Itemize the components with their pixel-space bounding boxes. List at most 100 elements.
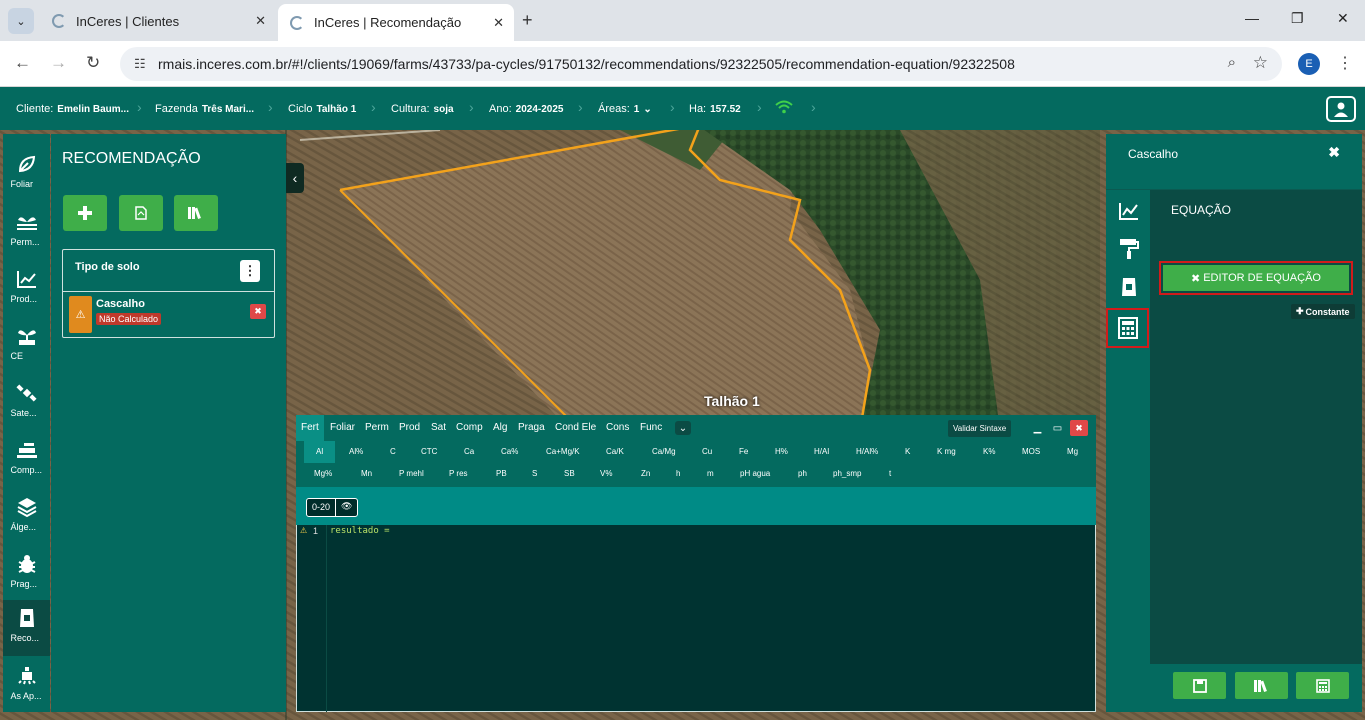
restore-window-icon[interactable]: ❐: [1291, 10, 1304, 27]
calculate-button[interactable]: [1296, 672, 1349, 699]
tab-cond-ele[interactable]: Cond Ele: [555, 422, 596, 433]
variable-button[interactable]: Ca: [464, 447, 474, 456]
collapse-panel-button[interactable]: ‹: [286, 163, 304, 193]
site-info-icon[interactable]: ☷: [134, 56, 146, 72]
breadcrumb-fazenda[interactable]: Fazenda Três Mari...: [155, 103, 254, 115]
add-button[interactable]: [63, 195, 107, 231]
tab-praga[interactable]: Praga: [518, 422, 545, 433]
breadcrumb-ciclo[interactable]: Ciclo Talhão 1: [288, 103, 356, 115]
variable-button[interactable]: h: [676, 469, 680, 478]
tab-alg[interactable]: Alg: [493, 422, 507, 433]
new-tab-icon[interactable]: +: [522, 10, 533, 31]
variable-button[interactable]: P res: [449, 469, 468, 478]
variable-button[interactable]: CTC: [421, 447, 437, 456]
paint-roller-button[interactable]: [1112, 232, 1146, 266]
variable-button[interactable]: Al: [304, 441, 336, 463]
close-window-icon[interactable]: ✕: [1337, 10, 1349, 27]
variable-button[interactable]: ph_smp: [833, 469, 861, 478]
validate-syntax-button[interactable]: Validar Sintaxe: [948, 420, 1012, 437]
variable-button[interactable]: t: [889, 469, 891, 478]
browser-menu-icon[interactable]: ⋮: [1337, 53, 1353, 73]
library-button[interactable]: [1235, 672, 1288, 699]
bookmark-star-icon[interactable]: ☆: [1253, 53, 1268, 73]
add-constant-button[interactable]: ✚ Constante: [1291, 304, 1355, 319]
tab-prod[interactable]: Prod: [399, 422, 420, 433]
close-tab-icon[interactable]: ✕: [493, 15, 504, 31]
tab-search-button[interactable]: ⌄: [8, 8, 34, 34]
variable-button[interactable]: MOS: [1022, 447, 1040, 456]
close-panel-icon[interactable]: ✖: [1328, 144, 1340, 161]
variable-button[interactable]: ph: [798, 469, 807, 478]
nav-item-prod[interactable]: Prod...: [3, 261, 50, 317]
minimize-window-icon[interactable]: —: [1245, 10, 1259, 26]
bag-button[interactable]: [1112, 270, 1146, 304]
variable-button[interactable]: Al%: [349, 447, 363, 456]
soil-type-menu-button[interactable]: ⋮: [240, 260, 260, 282]
variable-button[interactable]: K: [905, 447, 910, 456]
variable-button[interactable]: m: [707, 469, 714, 478]
browser-tab-recomendacao[interactable]: InCeres | Recomendação ✕: [278, 4, 514, 41]
variable-button[interactable]: Mn: [361, 469, 372, 478]
variable-button[interactable]: Zn: [641, 469, 650, 478]
user-menu-button[interactable]: [1326, 96, 1356, 122]
minimize-editor-icon[interactable]: ▁: [1030, 421, 1045, 435]
close-editor-button[interactable]: ✖: [1070, 420, 1088, 436]
nav-item-prag[interactable]: Prag...: [3, 546, 50, 602]
code-editor[interactable]: ⚠ 1 resultado =: [296, 525, 1096, 712]
maximize-editor-icon[interactable]: ▭: [1050, 421, 1065, 435]
variable-button[interactable]: pH agua: [740, 469, 770, 478]
variable-button[interactable]: Ca%: [501, 447, 518, 456]
tab-sat[interactable]: Sat: [431, 422, 446, 433]
breadcrumb-cultura[interactable]: Cultura: soja: [391, 103, 454, 115]
eye-icon[interactable]: 👁: [335, 499, 357, 516]
variable-button[interactable]: C: [390, 447, 396, 456]
library-button[interactable]: [174, 195, 218, 231]
url-field[interactable]: ☷ rmais.inceres.com.br/#!/clients/19069/…: [120, 47, 1282, 81]
variable-button[interactable]: P mehl: [399, 469, 424, 478]
nav-item-reco[interactable]: Reco...: [3, 600, 50, 656]
variable-button[interactable]: Mg%: [314, 469, 332, 478]
save-button[interactable]: [1173, 672, 1226, 699]
variable-button[interactable]: SB: [564, 469, 575, 478]
forward-icon[interactable]: →: [50, 53, 67, 73]
variable-button[interactable]: Ca/K: [606, 447, 624, 456]
tab-comp[interactable]: Comp: [456, 422, 483, 433]
breadcrumb-ano[interactable]: Ano: 2024-2025: [489, 103, 563, 115]
variable-button[interactable]: H%: [775, 447, 788, 456]
soil-type-item[interactable]: ⚠ Cascalho Não Calculado ✖: [63, 292, 274, 338]
zoom-icon[interactable]: ⌕: [1228, 54, 1236, 71]
equation-editor-button[interactable]: ✖ EDITOR DE EQUAÇÃO: [1159, 261, 1353, 295]
variable-button[interactable]: Mg: [1067, 447, 1078, 456]
nav-item-ce[interactable]: CE: [3, 318, 50, 374]
chart-line-button[interactable]: [1112, 194, 1146, 228]
variable-button[interactable]: K mg: [937, 447, 956, 456]
variable-button[interactable]: Fe: [739, 447, 748, 456]
variable-button[interactable]: Ca+Mg/K: [546, 447, 580, 456]
tab-perm[interactable]: Perm: [365, 422, 389, 433]
depth-selector[interactable]: 0-20 👁: [306, 498, 359, 517]
variable-button[interactable]: Ca/Mg: [652, 447, 676, 456]
reload-icon[interactable]: ↻: [86, 53, 100, 73]
nav-item-foliar[interactable]: Foliar: [3, 146, 50, 202]
tab-cons[interactable]: Cons: [606, 422, 629, 433]
tab-fert[interactable]: Fert: [296, 415, 324, 441]
back-icon[interactable]: ←: [14, 53, 31, 73]
variable-button[interactable]: S: [532, 469, 537, 478]
profile-avatar[interactable]: E: [1298, 53, 1320, 75]
variable-button[interactable]: Cu: [702, 447, 712, 456]
nav-item-as-ap[interactable]: As Ap...: [3, 658, 50, 714]
variable-button[interactable]: K%: [983, 447, 995, 456]
variable-button[interactable]: H/Al: [814, 447, 829, 456]
nav-item-sate[interactable]: Sate...: [3, 375, 50, 431]
variable-button[interactable]: PB: [496, 469, 507, 478]
nav-item-comp[interactable]: Comp...: [3, 432, 50, 488]
variable-button[interactable]: V%: [600, 469, 612, 478]
nav-item-perm[interactable]: Perm...: [3, 204, 50, 260]
breadcrumb-areas[interactable]: Áreas: 1 ⌄: [598, 103, 652, 115]
export-pdf-button[interactable]: [119, 195, 163, 231]
nav-item-alge[interactable]: Álge...: [3, 489, 50, 545]
variable-button[interactable]: H/Al%: [856, 447, 878, 456]
close-tab-icon[interactable]: ✕: [255, 13, 266, 29]
calculator-button[interactable]: [1106, 308, 1149, 348]
more-tabs-chevron-icon[interactable]: ⌄: [675, 421, 691, 435]
